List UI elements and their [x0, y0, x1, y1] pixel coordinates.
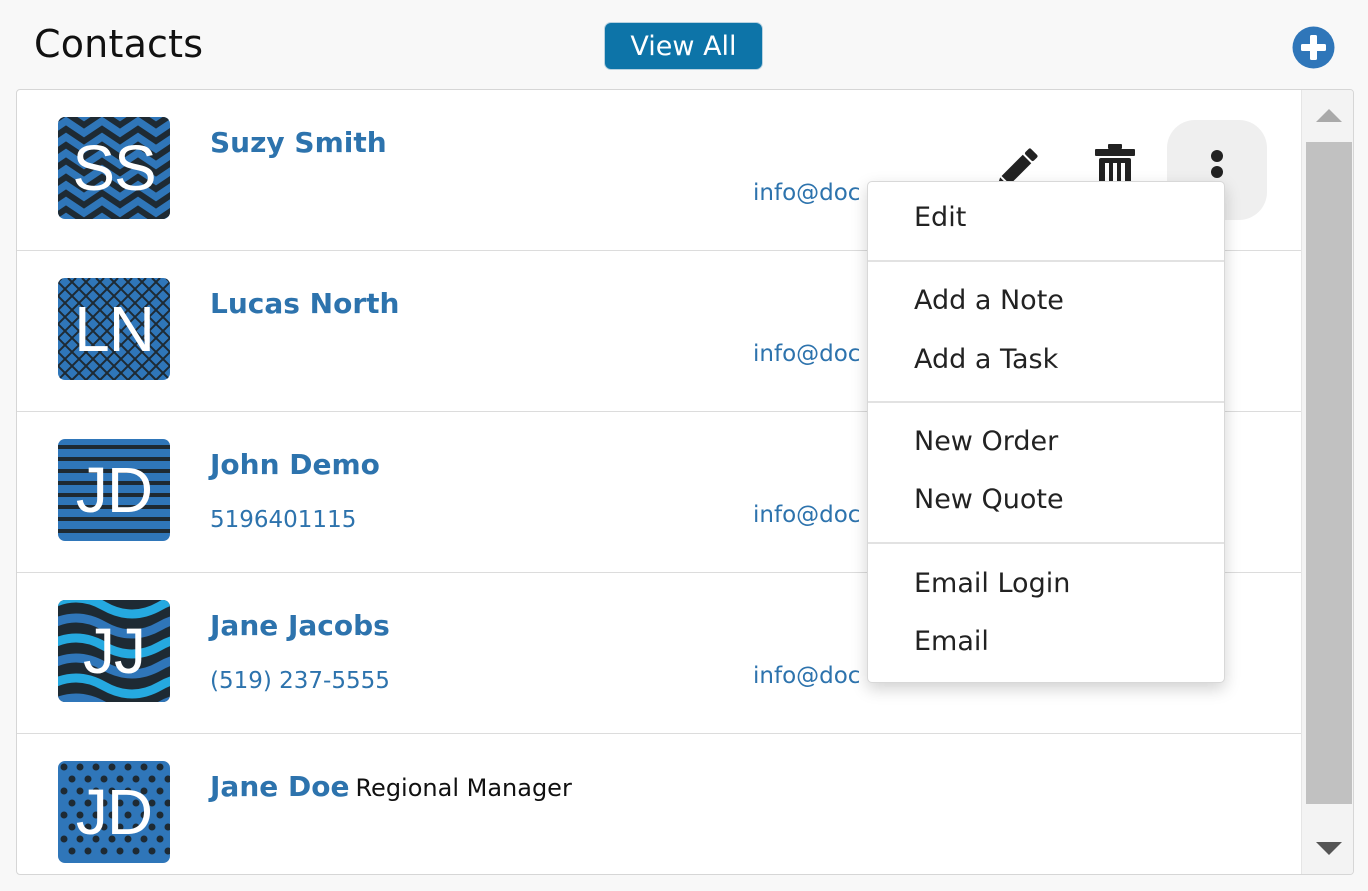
view-all-button[interactable]: View All — [604, 22, 763, 70]
contact-name[interactable]: Suzy Smith — [210, 126, 393, 159]
scroll-up-button[interactable] — [1302, 90, 1353, 142]
contact-role: Regional Manager — [355, 774, 572, 802]
contact-row[interactable]: JD Jane Doe Regional Manager — [17, 734, 1301, 874]
contact-name-text[interactable]: John Demo — [210, 448, 380, 481]
contact-name[interactable]: Jane Jacobs — [210, 609, 396, 642]
contact-phone[interactable]: (519) 237-5555 — [210, 668, 390, 694]
arrow-down-icon — [1316, 842, 1342, 855]
menu-divider — [868, 542, 1224, 544]
contact-email[interactable]: info@doc — [753, 663, 860, 689]
contact-name[interactable]: John Demo — [210, 448, 386, 481]
menu-item-new-order[interactable]: New Order — [914, 426, 1058, 457]
avatar-initials: JD — [75, 454, 153, 526]
menu-item-email-login[interactable]: Email Login — [914, 568, 1070, 599]
add-contact-button[interactable] — [1292, 26, 1335, 69]
plus-circle-icon — [1292, 26, 1335, 69]
contact-email[interactable]: info@doc — [753, 502, 860, 528]
menu-item-edit[interactable]: Edit — [914, 202, 966, 233]
scroll-down-button[interactable] — [1302, 824, 1353, 874]
contact-email[interactable]: info@doc — [753, 341, 860, 367]
menu-item-new-quote[interactable]: New Quote — [914, 484, 1064, 515]
avatar: JD — [58, 439, 170, 541]
menu-item-add-note[interactable]: Add a Note — [914, 285, 1064, 316]
contact-name[interactable]: Jane Doe Regional Manager — [210, 770, 572, 803]
scrollbar[interactable] — [1301, 90, 1353, 874]
contact-name[interactable]: Lucas North — [210, 287, 405, 320]
avatar-initials: JJ — [83, 615, 146, 687]
more-vertical-icon-dot — [1211, 166, 1223, 178]
contact-phone[interactable]: 5196401115 — [210, 507, 356, 533]
more-vertical-icon — [1211, 150, 1223, 162]
contact-name-text[interactable]: Lucas North — [210, 287, 399, 320]
contact-name-text[interactable]: Jane Jacobs — [210, 609, 390, 642]
avatar-initials: SS — [72, 132, 156, 204]
arrow-up-icon — [1316, 109, 1342, 122]
avatar: SS — [58, 117, 170, 219]
avatar-initials: JD — [75, 776, 153, 848]
avatar: LN — [58, 278, 170, 380]
avatar: JJ — [58, 600, 170, 702]
avatar: JD — [58, 761, 170, 863]
avatar-initials: LN — [74, 293, 155, 365]
contact-name-text[interactable]: Suzy Smith — [210, 126, 387, 159]
contact-email[interactable]: info@doc — [753, 180, 860, 206]
menu-item-add-task[interactable]: Add a Task — [914, 344, 1058, 375]
contact-options-menu: Edit Add a Note Add a Task New Order New… — [867, 181, 1225, 683]
menu-divider — [868, 401, 1224, 403]
page-title: Contacts — [34, 22, 204, 66]
contact-name-text[interactable]: Jane Doe — [210, 770, 349, 803]
menu-divider — [868, 260, 1224, 262]
scrollbar-thumb[interactable] — [1306, 142, 1352, 804]
menu-item-email[interactable]: Email — [914, 626, 989, 657]
